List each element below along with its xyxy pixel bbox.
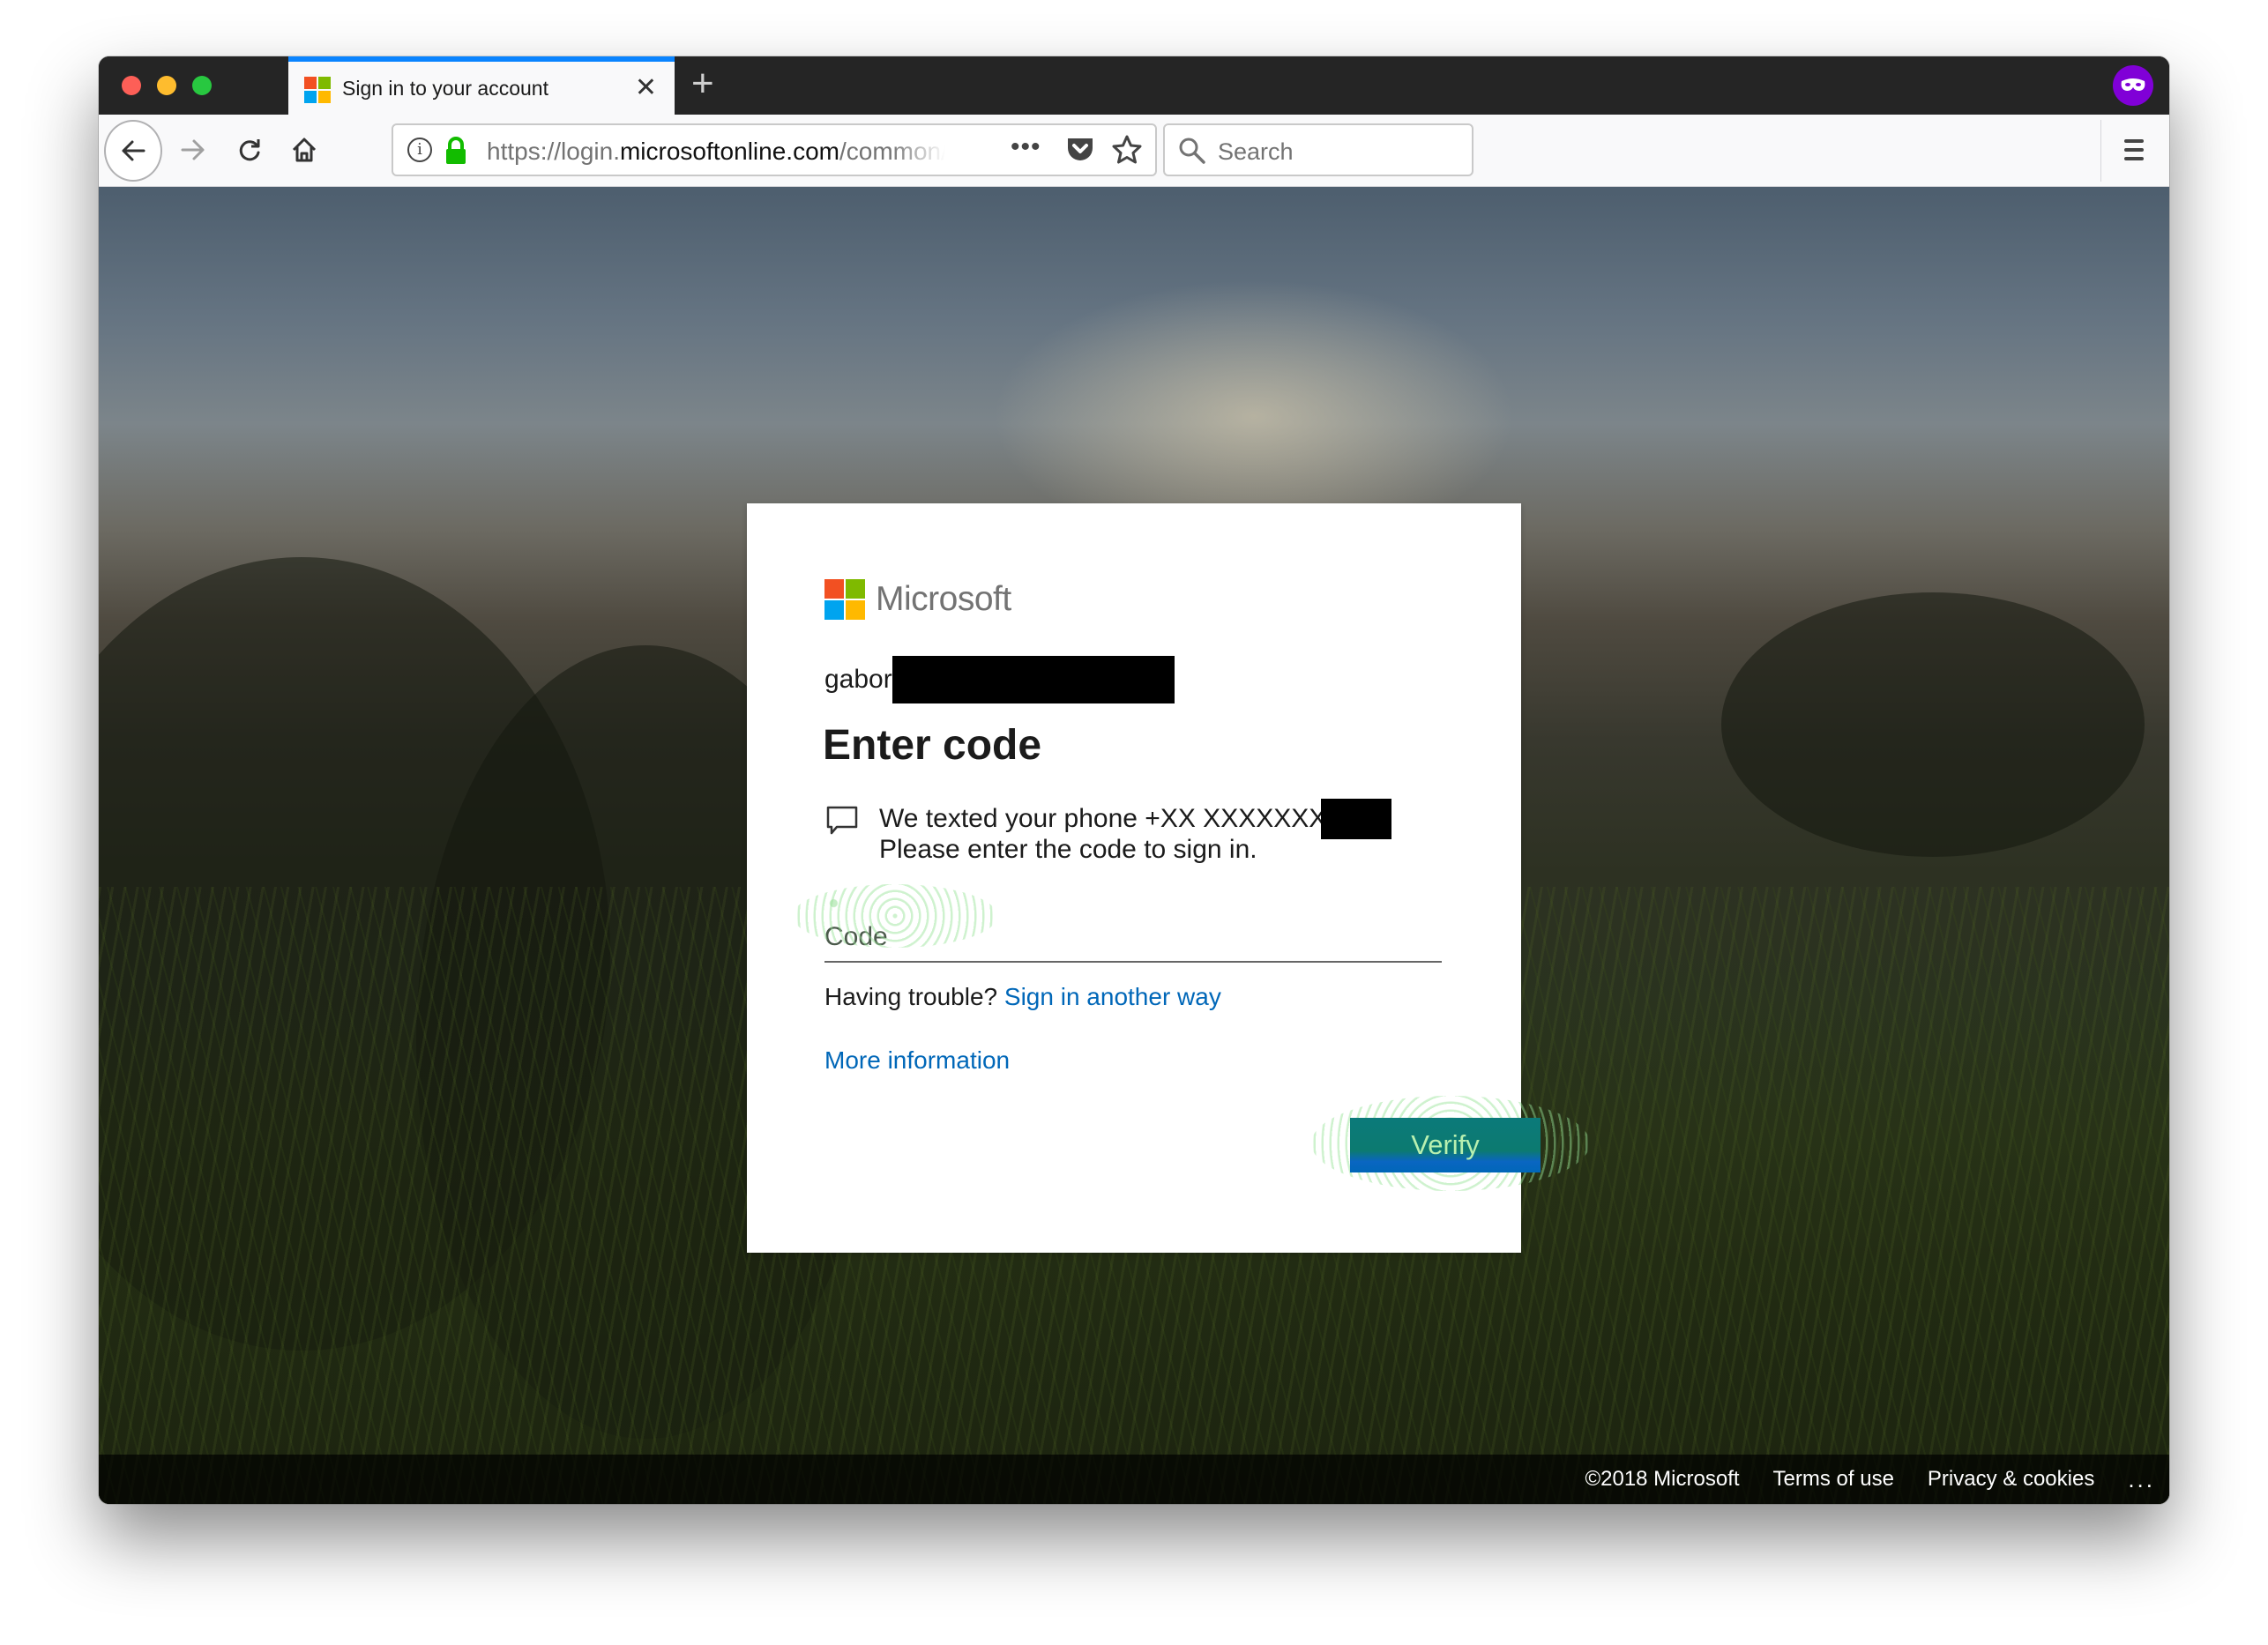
identity-text: gabor bbox=[824, 665, 892, 694]
background-hill-right bbox=[1721, 592, 2145, 857]
microsoft-logo-icon bbox=[824, 579, 865, 620]
redaction-box bbox=[892, 656, 1175, 703]
info-icon[interactable]: i bbox=[407, 138, 432, 162]
browser-window: Sign in to your account ✕ + i https://lo… bbox=[99, 56, 2169, 1504]
url-path: /common/oauth2/authorize bbox=[839, 138, 945, 165]
microsoft-logo-icon bbox=[304, 77, 331, 103]
redaction-box bbox=[1321, 799, 1392, 839]
verify-button[interactable]: Verify bbox=[1350, 1118, 1541, 1172]
url-text[interactable]: https://login.microsoftonline.com/common… bbox=[487, 138, 945, 166]
search-placeholder: Search bbox=[1218, 138, 1294, 165]
code-input[interactable] bbox=[824, 896, 1442, 963]
arrow-left-icon bbox=[122, 140, 145, 161]
page-title: Enter code bbox=[823, 722, 1042, 769]
sign-in-another-way-link[interactable]: Sign in another way bbox=[1004, 983, 1221, 1010]
close-icon[interactable]: ✕ bbox=[635, 72, 657, 104]
page-content: Microsoft gabor Enter code We texted you… bbox=[99, 187, 2169, 1504]
account-identity: gabor bbox=[824, 656, 1175, 703]
window-close-button[interactable] bbox=[122, 76, 141, 95]
privacy-cookies-link[interactable]: Privacy & cookies bbox=[1928, 1467, 2094, 1492]
reload-button[interactable] bbox=[229, 129, 270, 171]
page-footer: ©2018 Microsoft Terms of use Privacy & c… bbox=[99, 1455, 2169, 1504]
pocket-icon[interactable] bbox=[1065, 136, 1095, 168]
window-zoom-button[interactable] bbox=[192, 76, 212, 95]
search-box[interactable]: Search bbox=[1163, 123, 1473, 176]
sms-line-2: Please enter the code to sign in. bbox=[879, 835, 1257, 864]
plus-icon[interactable]: + bbox=[691, 63, 714, 104]
having-trouble-row: Having trouble? Sign in another way bbox=[824, 983, 1221, 1011]
tab-strip: Sign in to your account ✕ + bbox=[99, 56, 2169, 115]
navigation-toolbar: i https://login.microsoftonline.com/comm… bbox=[99, 115, 2169, 187]
home-button[interactable] bbox=[284, 129, 325, 171]
terms-of-use-link[interactable]: Terms of use bbox=[1773, 1467, 1894, 1492]
sign-in-card: Microsoft gabor Enter code We texted you… bbox=[747, 503, 1590, 1253]
footer-more-button[interactable]: ... bbox=[2128, 1466, 2155, 1493]
arrow-right-icon bbox=[181, 139, 205, 160]
back-button[interactable] bbox=[104, 120, 162, 182]
forward-button[interactable] bbox=[173, 129, 213, 171]
more-information-link[interactable]: More information bbox=[824, 1046, 1010, 1075]
star-icon[interactable] bbox=[1111, 134, 1143, 170]
mask-icon bbox=[2113, 65, 2153, 106]
home-icon bbox=[292, 138, 317, 162]
window-minimize-button[interactable] bbox=[157, 76, 176, 95]
url-domain: microsoftonline.com bbox=[619, 138, 839, 165]
brand-name: Microsoft bbox=[876, 580, 1011, 618]
having-trouble-label: Having trouble? bbox=[824, 983, 998, 1010]
sms-line-1: We texted your phone +XX XXXXXXX bbox=[879, 799, 1392, 839]
address-bar[interactable]: i https://login.microsoftonline.com/comm… bbox=[392, 123, 1157, 176]
tab-sign-in[interactable]: Sign in to your account ✕ bbox=[288, 56, 675, 115]
url-scheme: https://login. bbox=[487, 138, 620, 165]
search-icon bbox=[1177, 136, 1207, 170]
hamburger-icon[interactable] bbox=[2116, 132, 2152, 167]
ellipsis-icon[interactable]: ••• bbox=[1011, 132, 1041, 162]
sms-line-1-text: We texted your phone +XX XXXXXXX bbox=[879, 804, 1327, 833]
reload-icon bbox=[239, 139, 260, 161]
microsoft-logo: Microsoft bbox=[824, 579, 1011, 620]
lock-icon[interactable] bbox=[444, 136, 467, 170]
chat-bubble-icon bbox=[826, 806, 858, 840]
toolbar-separator bbox=[2100, 120, 2101, 182]
copyright-text: ©2018 Microsoft bbox=[1585, 1467, 1740, 1491]
tab-title: Sign in to your account bbox=[342, 77, 548, 100]
